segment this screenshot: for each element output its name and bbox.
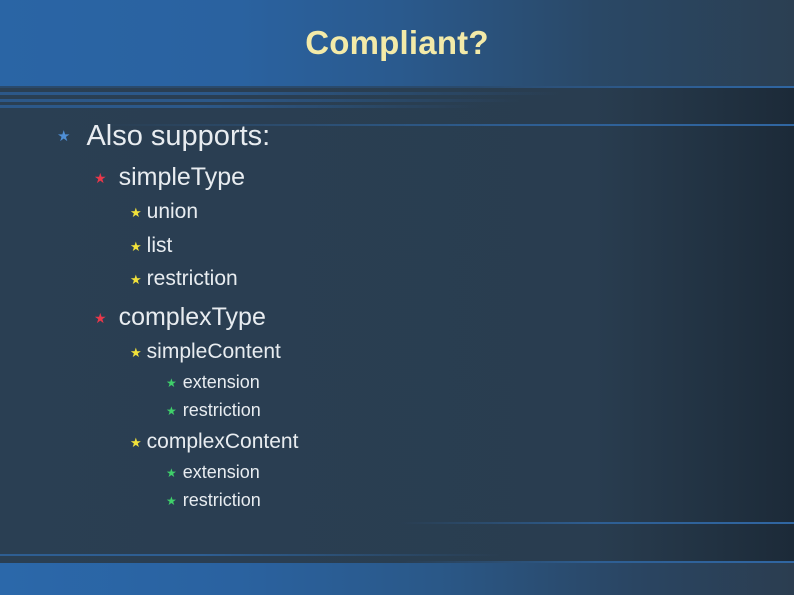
decorative-stripe <box>0 86 794 88</box>
bullet-text: simpleContent <box>146 340 281 363</box>
bullet-item: ★ complexContent <box>130 430 298 454</box>
bullet-item: ★ union <box>130 200 198 224</box>
decorative-stripe <box>0 92 560 95</box>
yellow-star-icon: ★ <box>130 434 142 450</box>
bullet-text: simpleType <box>118 163 246 191</box>
bullet-text: restriction <box>182 490 261 510</box>
bullet-text: Also supports: <box>86 120 271 152</box>
bullet-item: ★ restriction <box>130 267 238 291</box>
bullet-text: extension <box>182 462 260 482</box>
bullet-text: restriction <box>146 267 238 290</box>
green-star-icon: ★ <box>166 403 177 418</box>
blue-star-icon: ★ <box>57 128 71 145</box>
bullet-item: ★ extension <box>166 372 260 393</box>
decorative-stripe <box>400 522 794 524</box>
bullet-text: complexContent <box>146 430 299 453</box>
bullet-text: list <box>146 234 173 257</box>
bullet-text: complexType <box>118 303 266 331</box>
bullet-item: ★ complexType <box>94 303 266 332</box>
red-star-icon: ★ <box>94 309 107 326</box>
slide-title: Compliant? <box>305 24 489 61</box>
green-star-icon: ★ <box>166 465 177 480</box>
bullet-text: restriction <box>182 400 261 420</box>
yellow-star-icon: ★ <box>130 238 142 254</box>
slide: Compliant? ★ Also supports: ★ simpleType… <box>0 0 794 595</box>
footer-band <box>0 563 794 595</box>
decorative-stripe <box>0 99 520 102</box>
bullet-item: ★ simpleType <box>94 163 245 192</box>
decorative-stripe <box>0 105 480 108</box>
bullet-item: ★ Also supports: <box>57 120 270 153</box>
yellow-star-icon: ★ <box>130 204 142 220</box>
bullet-text: extension <box>182 372 260 392</box>
bullet-item: ★ simpleContent <box>130 340 281 364</box>
green-star-icon: ★ <box>166 493 177 508</box>
bullet-item: ★ restriction <box>166 490 261 511</box>
bullet-item: ★ restriction <box>166 400 261 421</box>
green-star-icon: ★ <box>166 375 177 390</box>
bullet-item: ★ extension <box>166 462 260 483</box>
yellow-star-icon: ★ <box>130 344 142 360</box>
decorative-stripe <box>0 554 500 556</box>
bullet-text: union <box>146 200 199 223</box>
red-star-icon: ★ <box>94 169 107 186</box>
bullet-item: ★ list <box>130 234 172 258</box>
yellow-star-icon: ★ <box>130 271 142 287</box>
